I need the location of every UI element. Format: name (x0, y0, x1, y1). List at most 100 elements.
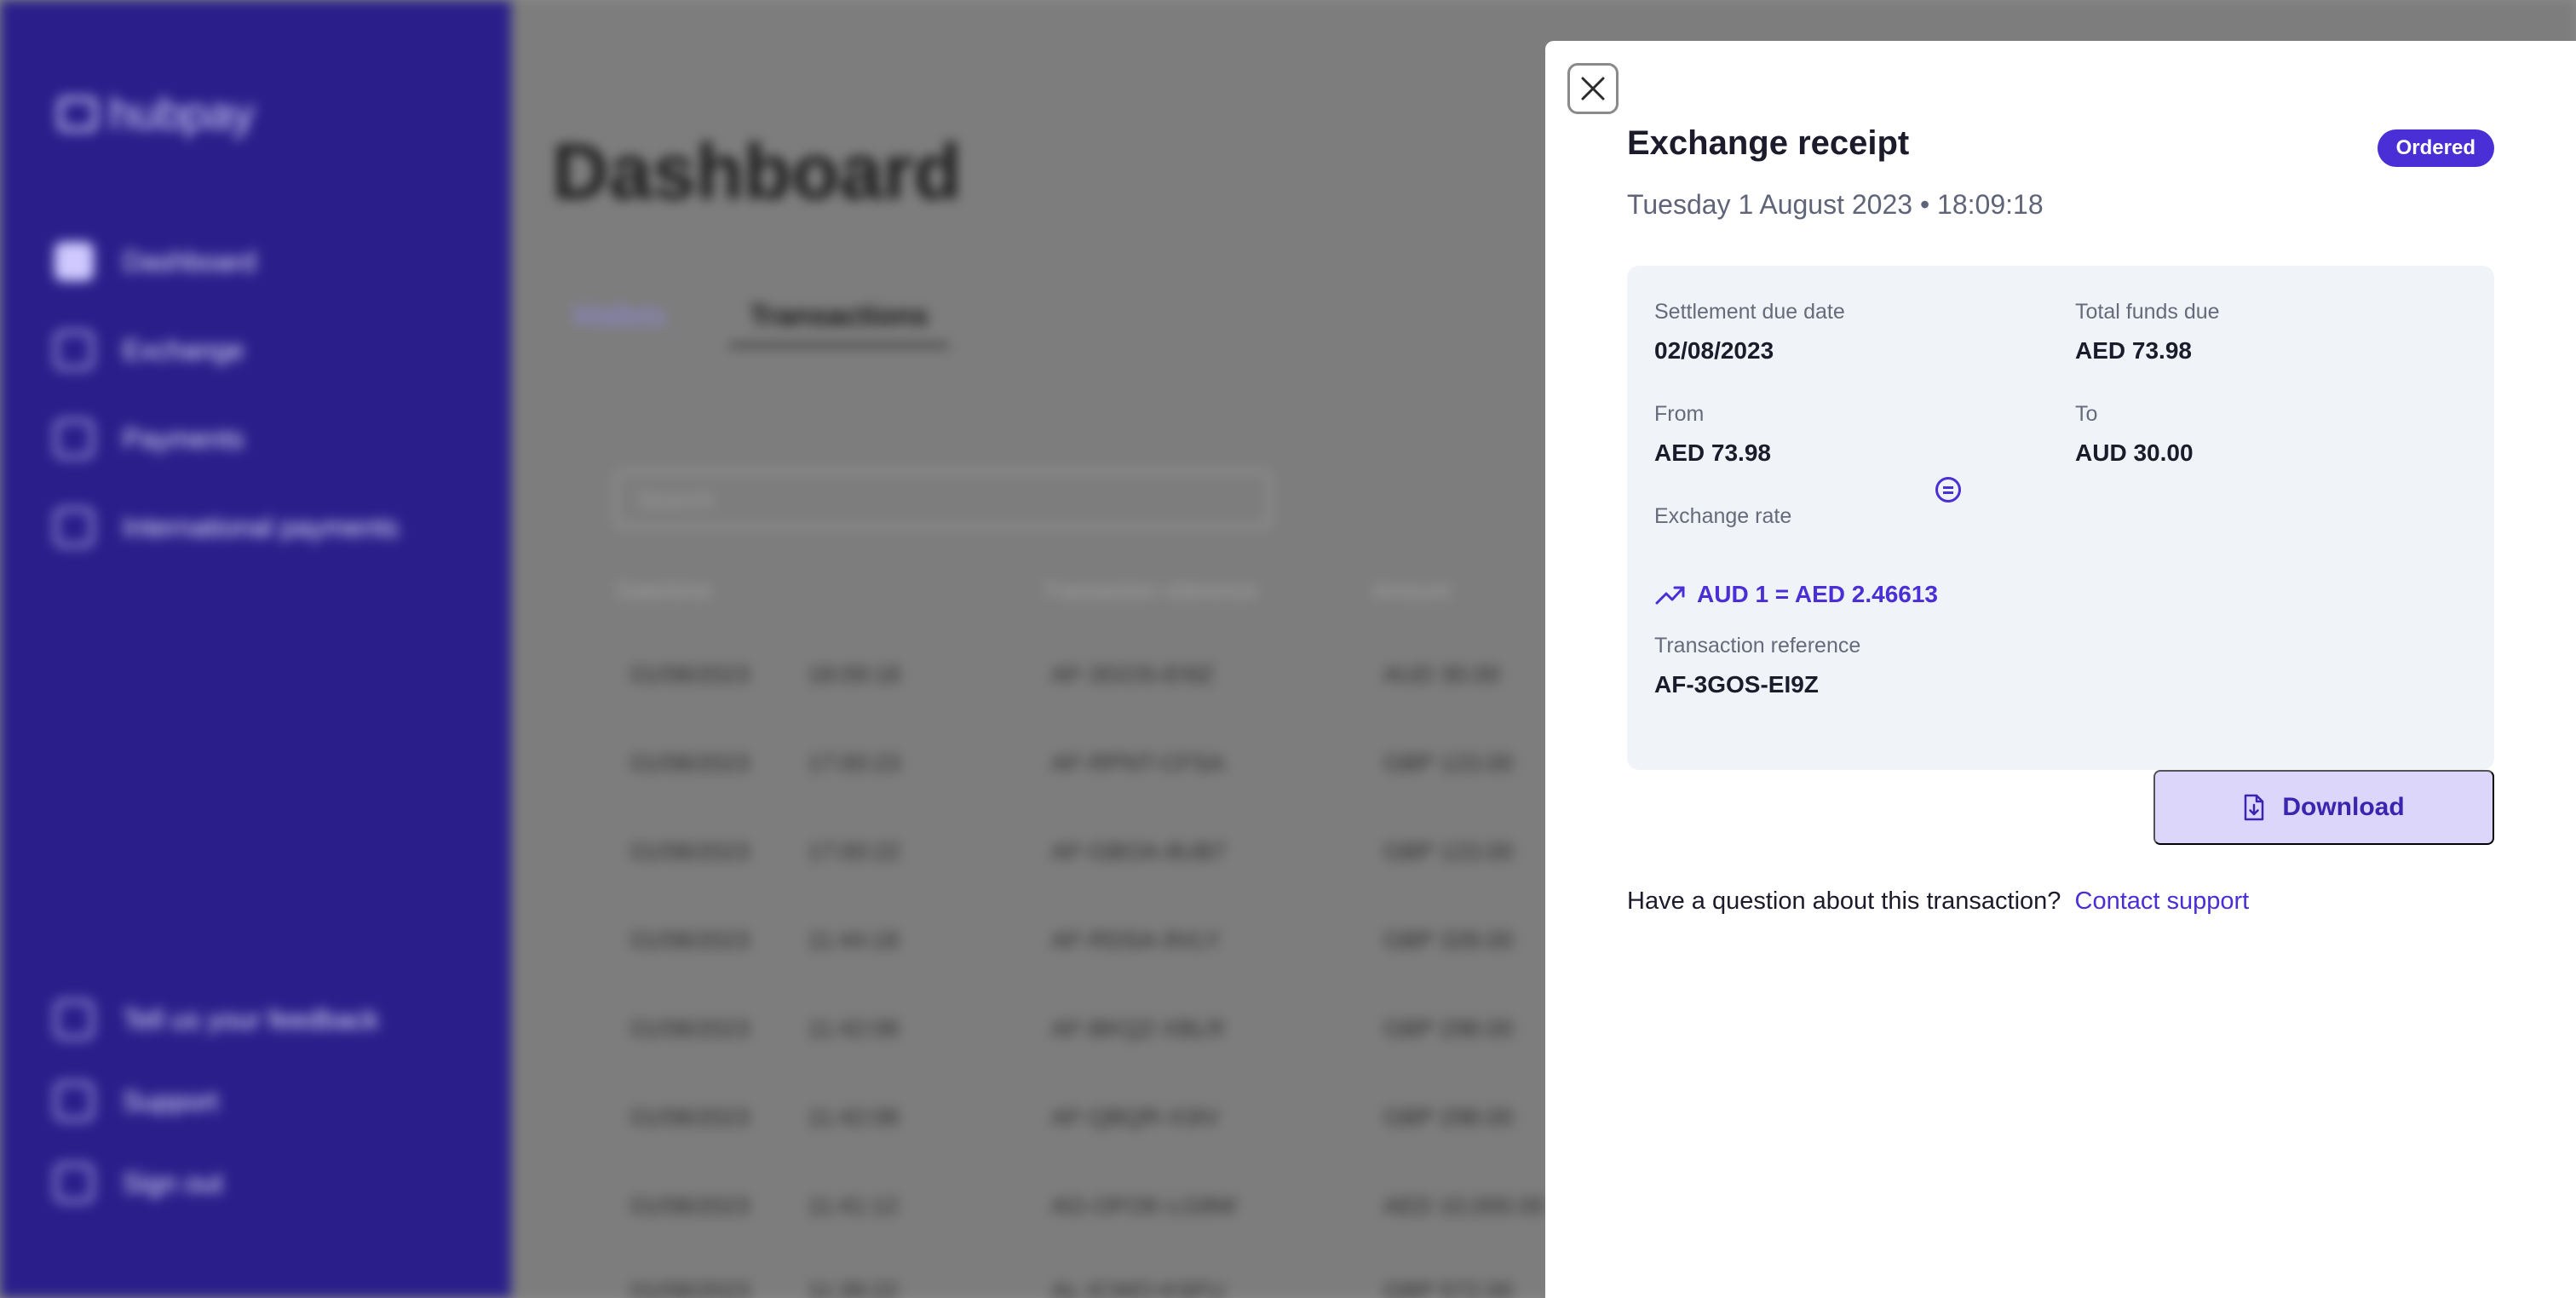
support-icon (55, 1082, 94, 1121)
exchange-rate-value: AUD 1 = AED 2.46613 (1697, 581, 1938, 607)
table-row[interactable]: 01/08/2023 17:00:23 AF-RPNT-CFSA GBP 123… (630, 750, 1554, 777)
row-reference: AF-GBOA-8UB7 (1051, 838, 1227, 864)
sidebar-item-feedback[interactable]: Tell us your feedback (55, 1000, 379, 1039)
file-download-icon (2245, 794, 2264, 821)
sidebar-item-label: Sign out (123, 1167, 223, 1198)
sidebar-item-payments[interactable]: Payments (55, 419, 244, 458)
sidebar-item-dashboard[interactable]: Dashboard (55, 242, 256, 281)
receipt-details-card: Settlement due date 02/08/2023 Total fun… (1627, 266, 2494, 770)
row-date: 01/08/2023 (630, 1104, 750, 1130)
row-reference: AF-3GOS-EI9Z (1051, 661, 1215, 687)
logo: hubpay (58, 89, 255, 140)
question-text: Have a question about this transaction? (1627, 887, 2061, 915)
row-amount: GBP 123.00 (1383, 750, 1514, 776)
settlement-due-label: Settlement due date (1654, 300, 1845, 324)
contact-support-link[interactable]: Contact support (2075, 887, 2250, 915)
trending-up-icon (1655, 586, 1685, 605)
table-row[interactable]: 01/08/2023 11:42:08 AF-QBQR-X3IV GBP 298… (630, 1104, 1554, 1131)
table-row[interactable]: 01/08/2023 18:09:18 AF-3GOS-EI9Z AUD 30.… (630, 661, 1554, 688)
tab-wallets[interactable]: Wallets (552, 290, 687, 347)
column-header-reference[interactable]: Transaction reference (1043, 577, 1257, 604)
tab-bar: Wallets Transactions (552, 290, 949, 347)
row-time: 11:42:08 (808, 1015, 899, 1042)
sidebar-item-exchange[interactable]: Exchange (55, 330, 244, 370)
row-amount: GBP 572.00 (1383, 1278, 1514, 1298)
to-value: AUD 30.00 (2075, 439, 2194, 466)
page-title: Dashboard (552, 129, 962, 215)
row-date: 01/08/2023 (630, 661, 750, 687)
row-date: 01/08/2023 (630, 1278, 750, 1298)
sign-out-icon (55, 1163, 94, 1203)
sidebar-item-label: Support (123, 1085, 219, 1117)
row-amount: GBP 298.00 (1383, 1104, 1514, 1130)
sidebar-item-label: Dashboard (123, 245, 256, 277)
row-reference: AL-ICWO-KSFU (1051, 1278, 1225, 1298)
sidebar-item-label: Exchange (123, 334, 244, 365)
settlement-due-value: 02/08/2023 (1654, 337, 1774, 364)
payments-icon (55, 419, 94, 458)
exchange-icon (55, 330, 94, 370)
logo-text: hubpay (109, 89, 255, 139)
row-time: 17:00:22 (808, 838, 900, 864)
row-time: 11:39:22 (808, 1278, 899, 1298)
row-amount: GBP 328.00 (1383, 927, 1514, 953)
total-funds-label: Total funds due (2075, 300, 2220, 324)
column-header-datetime[interactable]: Date/time (617, 577, 711, 604)
row-date: 01/08/2023 (630, 1015, 750, 1042)
row-amount: GBP 298.00 (1383, 1015, 1514, 1042)
tab-transactions[interactable]: Transactions (729, 290, 949, 347)
receipt-title: Exchange receipt (1627, 124, 1910, 162)
from-value: AED 73.98 (1654, 439, 1771, 466)
transaction-reference-value: AF-3GOS-EI9Z (1654, 671, 1819, 698)
row-reference: AF-QBQR-X3IV (1051, 1104, 1220, 1130)
row-reference: AG-OFOK-LG8W (1051, 1192, 1237, 1219)
row-date: 01/08/2023 (630, 927, 750, 953)
feedback-icon (55, 1000, 94, 1039)
row-reference: AF-RDSA-9VLY (1051, 927, 1221, 953)
sidebar-item-international-payments[interactable]: International payments (55, 508, 399, 547)
row-time: 11:44:18 (808, 927, 899, 953)
close-button[interactable] (1567, 63, 1619, 114)
exchange-rate-label: Exchange rate (1654, 504, 1792, 528)
status-badge: Ordered (2377, 129, 2494, 167)
search-input[interactable]: Search (615, 470, 1271, 528)
row-amount: GBP 123.00 (1383, 838, 1514, 864)
close-icon (1581, 77, 1605, 101)
table-row[interactable]: 01/08/2023 11:39:22 AL-ICWO-KSFU GBP 572… (630, 1278, 1554, 1298)
to-label: To (2075, 402, 2098, 426)
row-time: 11:41:12 (808, 1192, 899, 1219)
table-row[interactable]: 01/08/2023 11:42:08 AF-BKQZ-XBLR GBP 298… (630, 1015, 1554, 1042)
total-funds-value: AED 73.98 (2075, 337, 2192, 364)
sidebar: hubpay Dashboard Exchange Payments Inter… (0, 0, 511, 1298)
exchange-rate: AUD 1 = AED 2.46613 (1654, 581, 1938, 608)
support-question: Have a question about this transaction? … (1627, 887, 2249, 916)
row-reference: AF-BKQZ-XBLR (1051, 1015, 1225, 1042)
table-row[interactable]: 01/08/2023 17:00:22 AF-GBOA-8UB7 GBP 123… (630, 838, 1554, 865)
equals-icon (1935, 477, 1961, 503)
row-time: 11:42:08 (808, 1104, 899, 1130)
table-row[interactable]: 01/08/2023 11:44:18 AF-RDSA-9VLY GBP 328… (630, 927, 1554, 954)
download-label: Download (2282, 793, 2405, 821)
download-button[interactable]: Download (2153, 770, 2494, 845)
receipt-panel: Exchange receipt Ordered Tuesday 1 Augus… (1545, 41, 2576, 1298)
row-amount: AUD 30.00 (1383, 661, 1500, 687)
column-header-amount[interactable]: Amount (1373, 577, 1450, 604)
sidebar-item-label: Tell us your feedback (123, 1003, 379, 1035)
row-amount: AED 10,000.00 (1383, 1192, 1545, 1219)
sidebar-item-support[interactable]: Support (55, 1082, 218, 1121)
row-time: 18:09:18 (808, 661, 900, 687)
receipt-datetime: Tuesday 1 August 2023 • 18:09:18 (1627, 189, 2044, 220)
row-date: 01/08/2023 (630, 1192, 750, 1219)
transaction-reference-label: Transaction reference (1654, 634, 1861, 658)
sidebar-item-sign-out[interactable]: Sign out (55, 1163, 222, 1203)
row-date: 01/08/2023 (630, 838, 750, 864)
sidebar-item-label: International payments (123, 511, 399, 543)
dashboard-icon (55, 242, 94, 281)
logo-icon (58, 97, 97, 131)
table-row[interactable]: 01/08/2023 11:41:12 AG-OFOK-LG8W AED 10,… (630, 1192, 1554, 1220)
globe-icon (55, 508, 94, 547)
row-date: 01/08/2023 (630, 750, 750, 776)
sidebar-item-label: Payments (123, 422, 244, 454)
row-time: 17:00:23 (808, 750, 900, 776)
row-reference: AF-RPNT-CFSA (1051, 750, 1225, 776)
